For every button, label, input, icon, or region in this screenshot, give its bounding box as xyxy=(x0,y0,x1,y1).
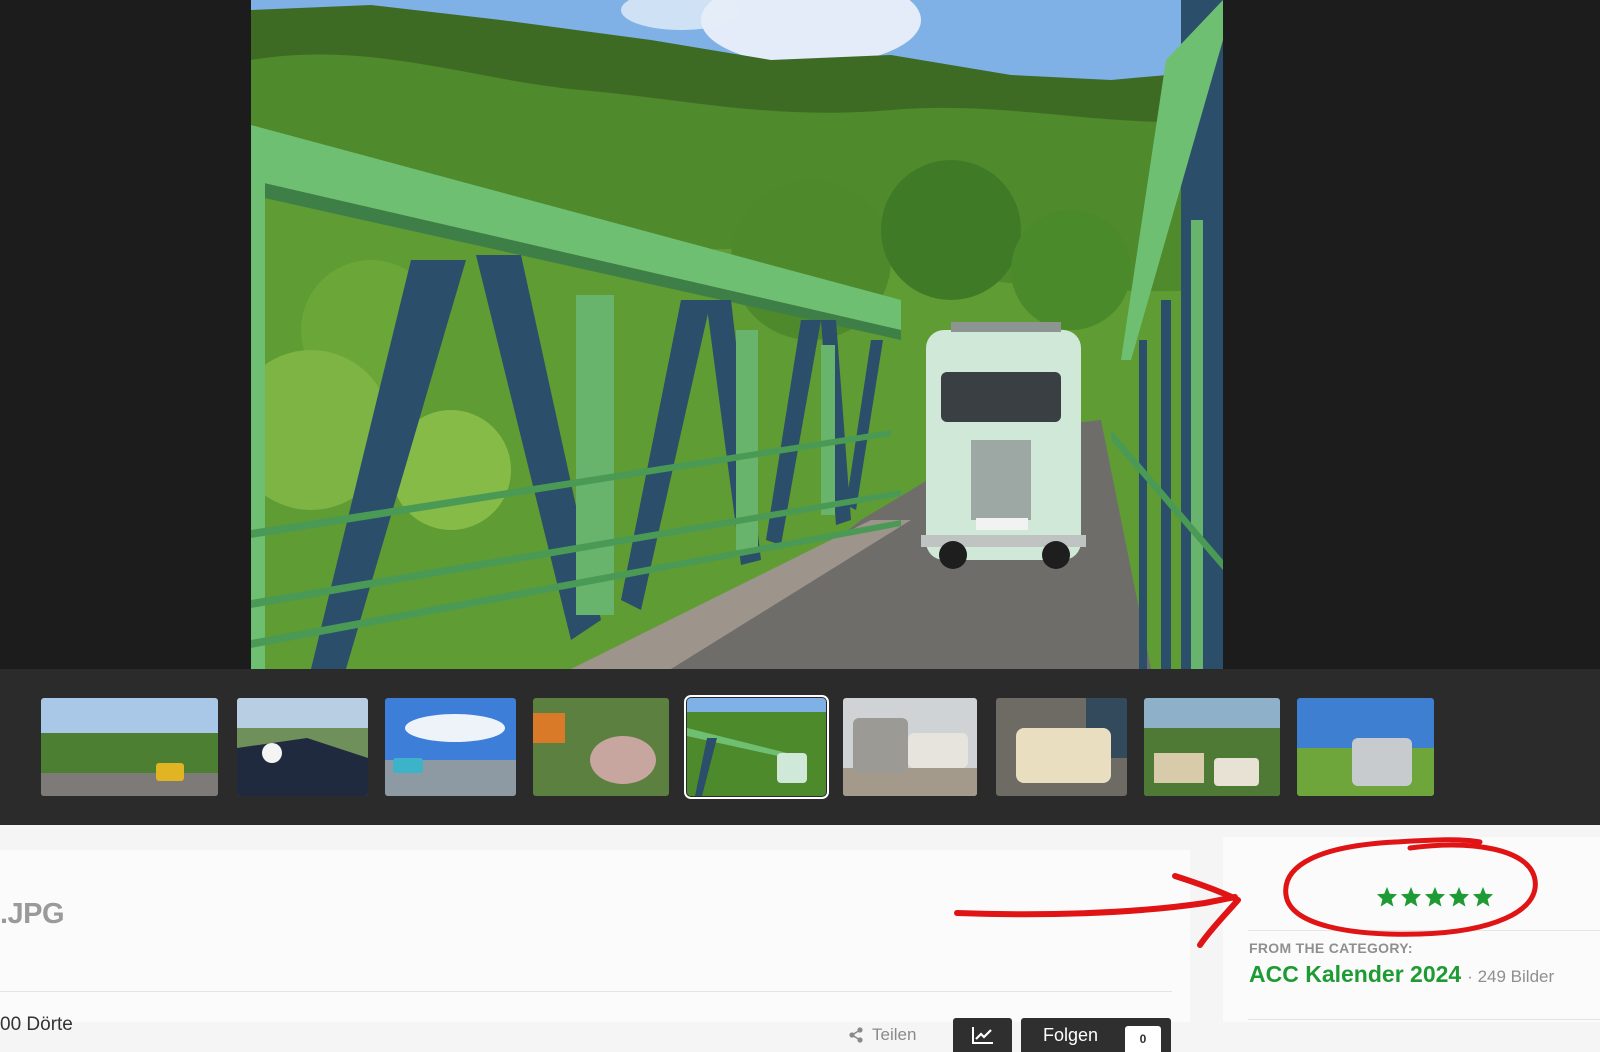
thumbnail-9[interactable] xyxy=(1297,698,1434,796)
category-link[interactable]: ACC Kalender 2024 xyxy=(1249,961,1461,988)
category-line: ACC Kalender 2024 · 249 Bilder xyxy=(1249,961,1554,988)
file-info-card: .JPG 00 Dörte Teilen Folgen 0 xyxy=(0,850,1190,1052)
thumbnail-7[interactable] xyxy=(996,698,1127,796)
thumb-wedding-car-icon xyxy=(237,698,368,796)
chart-line-icon xyxy=(971,1027,993,1044)
follow-label: Folgen xyxy=(1043,1024,1099,1045)
stats-button[interactable] xyxy=(953,1018,1012,1052)
divider xyxy=(1248,1019,1600,1020)
file-title: .JPG xyxy=(0,898,65,930)
main-photo[interactable] xyxy=(251,0,1223,669)
thumbnail-8[interactable] xyxy=(1144,698,1280,796)
thumb-grey-vans-icon xyxy=(843,698,977,796)
divider xyxy=(1248,930,1600,931)
filmstrip xyxy=(0,669,1600,825)
follow-count: 0 xyxy=(1125,1026,1161,1052)
thumbnail-3[interactable] xyxy=(385,698,516,796)
category-kicker: FROM THE CATEGORY: xyxy=(1249,940,1413,956)
category-count: · 249 Bilder xyxy=(1467,967,1555,986)
rating-stars[interactable] xyxy=(1376,886,1494,908)
thumb-yellow-van-road-icon xyxy=(41,698,218,796)
sidebar-card: FROM THE CATEGORY: ACC Kalender 2024 · 2… xyxy=(1223,837,1600,1022)
thumbnail-2[interactable] xyxy=(237,698,368,796)
star-icon[interactable] xyxy=(1448,886,1470,908)
share-icon xyxy=(849,1027,863,1043)
star-icon[interactable] xyxy=(1400,886,1422,908)
author-name[interactable]: 00 Dörte xyxy=(0,1014,73,1036)
thumb-blue-van-coast-icon xyxy=(385,698,516,796)
divider xyxy=(0,991,1172,992)
star-icon[interactable] xyxy=(1424,886,1446,908)
thumb-cream-van-garage-icon xyxy=(996,698,1127,796)
thumbnail-4[interactable] xyxy=(533,698,669,796)
content-area: .JPG 00 Dörte Teilen Folgen 0 FROM THE C… xyxy=(0,825,1600,1052)
thumbnail-5-active[interactable] xyxy=(684,695,829,799)
thumb-vans-market-icon xyxy=(1144,698,1280,796)
thumb-silver-van-field-icon xyxy=(1297,698,1434,796)
thumbnail-1[interactable] xyxy=(41,698,218,796)
thumb-2cv-pink-icon xyxy=(533,698,669,796)
star-icon[interactable] xyxy=(1376,886,1398,908)
thumbnail-6[interactable] xyxy=(843,698,977,796)
share-button[interactable]: Teilen xyxy=(848,1025,916,1045)
share-label: Teilen xyxy=(872,1025,917,1044)
image-viewer xyxy=(0,0,1600,669)
star-icon[interactable] xyxy=(1472,886,1494,908)
photo-illustration xyxy=(251,0,1223,669)
thumb-van-on-bridge-icon xyxy=(687,698,826,796)
follow-button[interactable]: Folgen 0 xyxy=(1021,1018,1171,1052)
